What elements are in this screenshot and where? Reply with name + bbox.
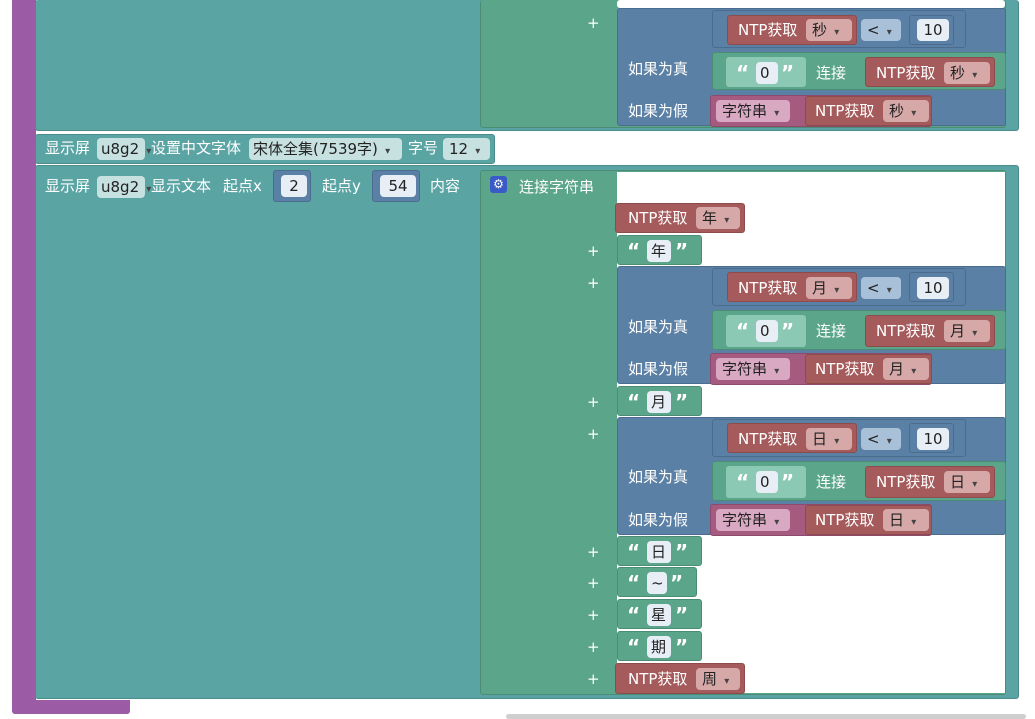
close-quote-icon: ” (781, 470, 795, 494)
open-quote-icon: “ (627, 635, 641, 659)
convert-type-dropdown[interactable]: 字符串 (716, 509, 790, 531)
start-y-field[interactable]: 54 (380, 175, 416, 197)
display-label: 显示屏 (45, 139, 91, 157)
plus-icon[interactable]: + (587, 391, 600, 413)
close-quote-icon: ” (670, 571, 684, 595)
open-quote-icon: “ (627, 603, 641, 627)
time-unit-dropdown[interactable]: 秒 (944, 62, 990, 84)
loop-block-bottom[interactable] (12, 700, 130, 714)
ntp-get-label: NTP获取 (815, 511, 875, 529)
text-field[interactable]: 月 (647, 391, 671, 413)
text-field[interactable]: 年 (647, 240, 671, 262)
time-unit-dropdown[interactable]: 日 (944, 471, 990, 493)
time-unit-dropdown[interactable]: 日 (806, 428, 852, 450)
join-label: 连接 (816, 64, 847, 82)
ntp-get-label: NTP获取 (738, 21, 798, 39)
plus-icon[interactable]: + (587, 272, 600, 294)
text-field[interactable]: 期 (647, 636, 671, 658)
convert-type-dropdown[interactable]: 字符串 (716, 100, 790, 122)
open-quote-icon: “ (627, 571, 641, 595)
concat-label: 连接字符串 (519, 178, 595, 196)
join-label: 连接 (816, 322, 847, 340)
display-dropdown-value: u8g2 (101, 140, 140, 158)
text-field[interactable]: 日 (647, 541, 671, 563)
start-x-label: 起点x (223, 177, 262, 195)
text-field[interactable]: 0 (756, 62, 778, 84)
ntp-get-label: NTP获取 (876, 64, 936, 82)
ntp-get-label: NTP获取 (738, 430, 798, 448)
ntp-get-label: NTP获取 (628, 209, 688, 227)
plus-icon[interactable]: + (587, 12, 600, 34)
display-label: 显示屏 (45, 177, 91, 195)
horizontal-scrollbar[interactable] (506, 714, 1026, 719)
time-unit-dropdown[interactable]: 秒 (806, 19, 852, 41)
close-quote-icon: ” (675, 390, 689, 414)
close-quote-icon: ” (675, 635, 689, 659)
open-quote-icon: “ (627, 540, 641, 564)
font-dropdown[interactable]: 宋体全集(7539字) (249, 138, 402, 160)
if-true-label: 如果为真 (628, 60, 689, 78)
operator-dropdown[interactable]: < (861, 19, 901, 41)
number-field[interactable]: 10 (917, 277, 949, 299)
font-size-dropdown[interactable]: 12 (443, 138, 490, 160)
show-text-label: 显示文本 (151, 177, 212, 195)
ntp-get-label: NTP获取 (876, 473, 936, 491)
open-quote-icon: “ (736, 61, 750, 85)
ntp-get-label: NTP获取 (738, 279, 798, 297)
time-unit-dropdown[interactable]: 月 (944, 320, 990, 342)
open-quote-icon: “ (736, 319, 750, 343)
close-quote-icon: ” (781, 319, 795, 343)
open-quote-icon: “ (627, 239, 641, 263)
display-dropdown[interactable]: u8g2 (97, 176, 145, 198)
open-quote-icon: “ (627, 390, 641, 414)
gear-icon[interactable]: ⚙ (490, 176, 507, 193)
set-font-label: 设置中文字体 (151, 139, 242, 157)
close-quote-icon: ” (781, 61, 795, 85)
display-dropdown-value: u8g2 (101, 178, 140, 196)
ntp-get-label: NTP获取 (876, 322, 936, 340)
loop-block-rail[interactable] (12, 0, 36, 712)
if-false-label: 如果为假 (628, 511, 689, 529)
open-quote-icon: “ (736, 470, 750, 494)
plus-icon[interactable]: + (587, 604, 600, 626)
if-true-label: 如果为真 (628, 468, 689, 486)
operator-dropdown[interactable]: < (861, 277, 901, 299)
font-size-label: 字号 (408, 139, 439, 157)
close-quote-icon: ” (675, 239, 689, 263)
plus-icon[interactable]: + (587, 541, 600, 563)
plus-icon[interactable]: + (587, 240, 600, 262)
join-label: 连接 (816, 473, 847, 491)
time-unit-dropdown[interactable]: 月 (883, 358, 929, 380)
ntp-get-label: NTP获取 (815, 102, 875, 120)
plus-icon[interactable]: + (587, 636, 600, 658)
display-dropdown[interactable]: u8g2 (97, 138, 145, 160)
if-false-label: 如果为假 (628, 102, 689, 120)
plus-icon[interactable]: + (587, 668, 600, 690)
close-quote-icon: ” (675, 540, 689, 564)
ntp-get-label: NTP获取 (815, 360, 875, 378)
time-unit-dropdown[interactable]: 周 (696, 668, 740, 690)
time-unit-dropdown[interactable]: 月 (806, 277, 852, 299)
start-y-label: 起点y (322, 177, 361, 195)
if-true-label: 如果为真 (628, 318, 689, 336)
if-false-label: 如果为假 (628, 360, 689, 378)
plus-icon[interactable]: + (587, 423, 600, 445)
text-field[interactable]: 0 (756, 471, 778, 493)
previous-concat-inner (617, 0, 1005, 8)
operator-dropdown[interactable]: < (861, 428, 901, 450)
number-field[interactable]: 10 (917, 428, 949, 450)
start-x-field[interactable]: 2 (281, 175, 307, 197)
text-field[interactable]: 0 (756, 320, 778, 342)
time-unit-dropdown[interactable]: 日 (883, 509, 929, 531)
time-unit-dropdown[interactable]: 年 (696, 207, 740, 229)
ntp-get-label: NTP获取 (628, 670, 688, 688)
text-field[interactable]: ~ (647, 572, 667, 594)
content-label: 内容 (430, 177, 461, 195)
time-unit-dropdown[interactable]: 秒 (883, 100, 929, 122)
text-field[interactable]: 星 (647, 604, 671, 626)
number-field[interactable]: 10 (917, 19, 949, 41)
plus-icon[interactable]: + (587, 572, 600, 594)
convert-type-dropdown[interactable]: 字符串 (716, 358, 790, 380)
close-quote-icon: ” (675, 603, 689, 627)
